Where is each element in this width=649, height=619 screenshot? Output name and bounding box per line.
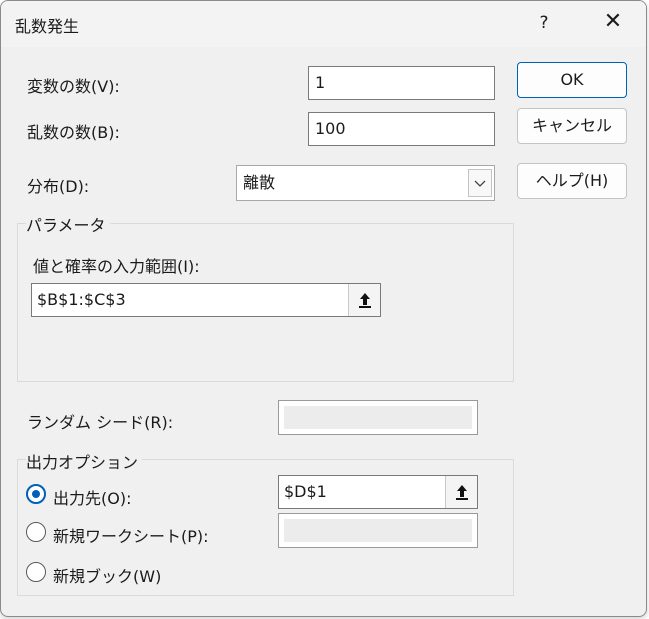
distribution-label: 分布(D):	[27, 177, 90, 196]
seed-input[interactable]	[278, 400, 478, 435]
range-input-value: $B$1:$C$3	[37, 290, 126, 309]
new-worksheet-label[interactable]: 新規ワークシート(P):	[53, 523, 209, 547]
seed-label: ランダム シード(R):	[27, 413, 174, 432]
num-random-input[interactable]: 100	[308, 112, 495, 146]
chevron-down-icon[interactable]	[468, 169, 492, 197]
output-range-select-button[interactable]	[445, 476, 477, 508]
range-select-button[interactable]	[348, 284, 380, 316]
distribution-selected-value: 離散	[243, 173, 276, 192]
new-worksheet-name-input[interactable]	[278, 513, 478, 548]
new-worksheet-input-disabled-fill	[284, 519, 472, 542]
num-variables-label: 変数の数(V):	[27, 77, 120, 96]
cancel-button[interactable]: キャンセル	[517, 108, 627, 144]
collapse-dialog-icon	[456, 485, 468, 500]
range-label: 値と確率の入力範囲(I):	[33, 257, 200, 276]
collapse-dialog-icon	[359, 293, 371, 308]
random-number-generation-dialog: 乱数発生 ? ✕ 変数の数(V): 1 乱数の数(B): 100 分布(D): …	[0, 0, 647, 617]
output-range-value: $D$1	[284, 482, 327, 501]
output-range-input[interactable]: $D$1	[278, 475, 478, 509]
close-icon[interactable]: ✕	[593, 7, 633, 39]
num-variables-input[interactable]: 1	[308, 66, 495, 100]
output-range-label[interactable]: 出力先(O):	[53, 485, 131, 509]
help-button[interactable]: ヘルプ(H)	[517, 163, 627, 199]
seed-input-disabled-fill	[284, 406, 472, 429]
help-icon[interactable]: ?	[527, 7, 561, 39]
new-worksheet-radio[interactable]	[26, 522, 46, 542]
distribution-select[interactable]: 離散	[236, 165, 495, 201]
parameters-group-title: パラメータ	[26, 212, 110, 236]
dialog-title: 乱数発生	[15, 17, 80, 36]
new-workbook-radio[interactable]	[26, 562, 46, 582]
output-group-title: 出力オプション	[26, 449, 143, 473]
output-range-radio[interactable]	[26, 484, 46, 504]
title-bar: 乱数発生 ? ✕	[1, 1, 646, 47]
num-random-label: 乱数の数(B):	[27, 123, 120, 142]
new-workbook-label[interactable]: 新規ブック(W)	[53, 563, 161, 587]
ok-button[interactable]: OK	[517, 62, 627, 98]
range-input[interactable]: $B$1:$C$3	[31, 283, 381, 317]
